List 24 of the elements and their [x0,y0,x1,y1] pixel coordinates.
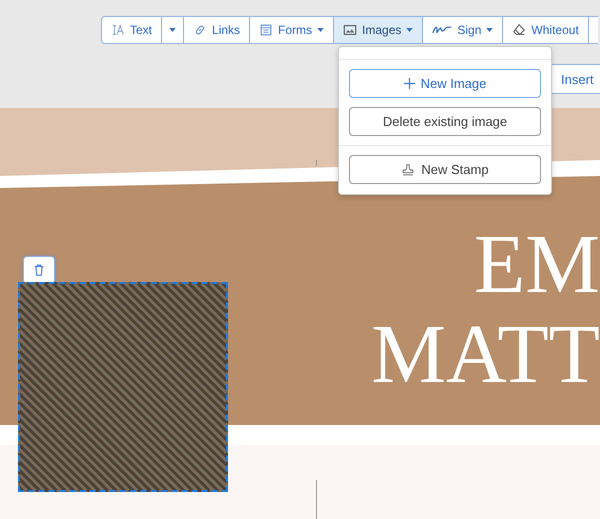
delete-button[interactable] [23,256,55,284]
menu-button[interactable]: New Image [349,69,541,98]
page-heading: EM [474,220,600,310]
menu-button[interactable]: New Stamp [349,155,541,184]
toolbar-button[interactable]: Whiteout [502,16,589,44]
page-heading: MATT [371,310,600,400]
toolbar-button[interactable]: Text [101,16,162,44]
eraser-icon [512,23,526,37]
signature-icon [432,24,452,36]
plus-icon [404,78,415,89]
toolbar-button[interactable]: Images [333,16,424,44]
trash-icon [32,263,46,277]
photo-placeholder[interactable] [18,282,228,492]
toolbar-button[interactable]: Links [183,16,250,44]
menu-button[interactable]: Delete existing image [349,107,541,136]
caret-icon [169,28,176,32]
toolbar-button[interactable]: Sign [422,16,504,44]
text-options-button[interactable] [161,16,184,44]
toolbar-button[interactable] [588,16,598,44]
stamp-icon [401,162,416,176]
text-cursor-icon [111,23,125,37]
image-icon [343,23,358,37]
toolbar-button[interactable]: Forms [249,16,334,44]
form-icon [259,23,274,37]
